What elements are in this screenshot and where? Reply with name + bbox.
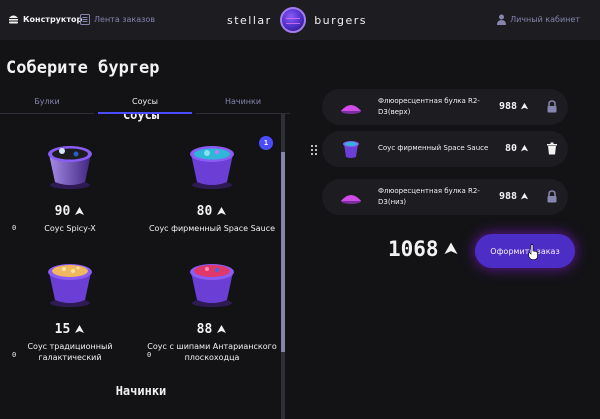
constructor-item-name: Флюоресцентная булка R2-D3(низ): [378, 187, 480, 206]
ingredient-card-antarian[interactable]: 88 Соус с шипами Антарианского плоскоход…: [142, 256, 282, 363]
lock-icon: [547, 100, 557, 113]
bun-top-image: [341, 105, 361, 114]
sauce-antarian-image: [190, 264, 234, 307]
currency-icon: [520, 144, 529, 152]
constructor-item-price: 988: [499, 191, 529, 202]
price-value: 90: [54, 204, 71, 219]
hand-cursor-icon: [528, 244, 538, 260]
ingredient-card-spicy-x[interactable]: 90 Соус Spicy-X: [0, 138, 140, 234]
ingredient-price: 88: [142, 322, 282, 337]
trash-icon[interactable]: [546, 142, 558, 155]
ingredient-price: 90: [0, 204, 140, 219]
price-value: 80: [196, 204, 213, 219]
currency-icon: [75, 325, 85, 333]
counter-zero: 0: [147, 351, 152, 359]
currency-icon: [520, 192, 529, 200]
scrollbar-thumb[interactable]: [281, 152, 285, 352]
constructor-item-sauce[interactable]: Соус фирменный Space Sauce 80: [322, 131, 568, 167]
constructor-item-bottom-bun: Флюоресцентная булка R2-D3(низ) 988: [322, 179, 568, 215]
burger-icon: [9, 15, 18, 24]
logo[interactable]: stellar burgers: [227, 7, 367, 33]
ingredient-tabs: Булки Соусы Начинки: [0, 90, 290, 114]
place-order-button[interactable]: Оформить заказ: [475, 234, 575, 268]
order-total: 1068: [388, 237, 459, 261]
list-icon: [80, 14, 90, 25]
section-heading-sauces: Соусы: [122, 114, 160, 122]
ingredient-name: Соус Spicy-X: [44, 224, 96, 233]
nav-account[interactable]: Личный кабинет: [497, 14, 580, 25]
currency-icon: [75, 207, 85, 215]
page-title: Соберите бургер: [6, 58, 160, 78]
price-value: 988: [499, 101, 518, 112]
ingredient-card-space-sauce[interactable]: 80 Соус фирменный Space Sauce: [142, 138, 282, 234]
drag-handle-icon[interactable]: [311, 145, 317, 155]
currency-icon: [520, 102, 529, 110]
price-value: 88: [196, 322, 213, 337]
sauce-spicy-x-image: [48, 146, 92, 189]
tab-fillings[interactable]: Начинки: [196, 90, 290, 114]
logo-text-right: burgers: [314, 13, 367, 27]
tab-sauces[interactable]: Соусы: [98, 90, 192, 114]
price-value: 15: [54, 322, 71, 337]
currency-icon: [217, 325, 227, 333]
counter-zero: 0: [12, 351, 17, 359]
planet-logo-icon: [279, 7, 306, 33]
price-value: 988: [499, 191, 518, 202]
sauce-galactic-image: [48, 264, 92, 307]
bun-bottom-image: [341, 195, 361, 204]
constructor-item-name: Флюоресцентная булка R2-D3(верх): [378, 97, 480, 116]
currency-icon: [217, 207, 227, 215]
ingredient-name: Соус с шипами Антарианского плоскоходца: [147, 342, 277, 362]
constructor-item-top-bun: Флюоресцентная булка R2-D3(верх) 988: [322, 89, 568, 125]
tab-buns[interactable]: Булки: [0, 90, 94, 114]
total-value: 1068: [388, 237, 439, 261]
ingredient-price: 80: [142, 204, 282, 219]
nav-constructor-label: Конструктор: [23, 14, 83, 24]
ingredient-name: Соус традиционный галактический: [27, 342, 113, 362]
ingredient-counter: 1: [259, 136, 273, 150]
nav-order-feed-label: Лента заказов: [94, 15, 156, 24]
section-heading-fillings: Начинки: [115, 384, 167, 398]
nav-constructor[interactable]: Конструктор: [8, 14, 82, 24]
currency-icon: [444, 242, 458, 255]
sauce-space-sauce-image: [190, 146, 234, 189]
ingredient-name: Соус фирменный Space Sauce: [148, 224, 276, 233]
nav-account-label: Личный кабинет: [510, 15, 580, 24]
ingredient-card-galactic[interactable]: 15 Соус традиционный галактический: [0, 256, 140, 363]
logo-text-left: stellar: [227, 13, 272, 27]
counter-zero: 0: [12, 224, 17, 232]
user-icon: [497, 14, 507, 25]
ingredients-list[interactable]: Соусы 90 Соус Spicy-X 80 Соус фирменный …: [0, 114, 282, 419]
lock-icon: [547, 190, 557, 203]
constructor-item-name: Соус фирменный Space Sauce: [378, 144, 489, 152]
nav-order-feed[interactable]: Лента заказов: [80, 14, 155, 25]
app-header: Конструктор Лента заказов stellar burger…: [0, 0, 600, 40]
ingredient-price: 15: [0, 322, 140, 337]
constructor-item-price: 988: [499, 101, 529, 112]
price-value: 80: [505, 143, 518, 154]
sauce-thumbnail-image: [343, 141, 359, 158]
constructor-item-price: 80: [505, 143, 529, 154]
